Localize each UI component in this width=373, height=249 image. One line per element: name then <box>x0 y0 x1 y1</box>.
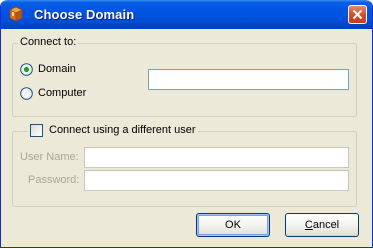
cancel-button[interactable]: Cancel <box>285 213 359 237</box>
password-label: Password: <box>28 174 80 186</box>
domain-radio-label[interactable]: Domain <box>38 63 76 75</box>
credentials-group <box>12 131 357 207</box>
user-name-input[interactable] <box>84 147 349 168</box>
cancel-accelerator: C <box>304 219 313 231</box>
computer-radio[interactable] <box>20 87 33 100</box>
close-button[interactable] <box>348 5 367 24</box>
password-input[interactable] <box>84 170 349 191</box>
window-title: Choose Domain <box>34 7 135 22</box>
cancel-label: ancel <box>312 219 340 231</box>
choose-domain-dialog: Choose Domain Connect to: Domain Compute… <box>0 0 373 248</box>
computer-radio-label[interactable]: Computer <box>38 87 86 99</box>
different-user-group-header: Connect using a different user <box>28 124 198 137</box>
different-user-checkbox[interactable] <box>30 124 43 137</box>
domain-input[interactable] <box>148 69 349 90</box>
connect-to-label: Connect to: <box>18 36 79 48</box>
different-user-label[interactable]: Connect using a different user <box>49 124 196 136</box>
close-icon <box>352 9 363 20</box>
title-bar[interactable]: Choose Domain <box>1 0 372 29</box>
package-icon <box>8 6 24 22</box>
user-name-label: User Name: <box>20 151 79 163</box>
ok-button[interactable]: OK <box>196 213 270 237</box>
domain-radio[interactable] <box>20 63 33 76</box>
